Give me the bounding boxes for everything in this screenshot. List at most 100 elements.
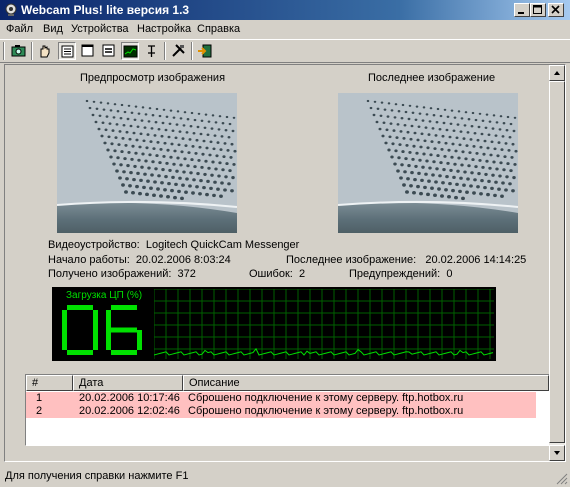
row-date: 20.02.2006 10:17:46	[79, 392, 180, 404]
errors-row: Ошибок: 2	[249, 268, 305, 280]
toolbar-separator	[164, 42, 166, 60]
row-description: Сброшено подключение к этому серверу. ft…	[188, 392, 464, 404]
webcam-app-icon	[5, 3, 17, 16]
cpu-value-digits	[62, 305, 142, 355]
menu-settings[interactable]: Настройка	[137, 23, 191, 35]
last-image-value: 20.02.2006 14:14:25	[425, 254, 527, 266]
row-description: Сброшено подключение к этому серверу. ft…	[188, 405, 464, 417]
start-value: 20.02.2006 8:03:24	[135, 254, 231, 266]
camera-button[interactable]	[10, 42, 28, 60]
received-label: Получено изображений:	[48, 268, 172, 280]
device-value: Logitech QuickCam Messenger	[145, 239, 300, 251]
status-text: Для получения справки нажмите F1	[5, 470, 189, 482]
main-panel: Предпросмотр изображения Последнее изобр…	[4, 64, 566, 462]
warnings-value: 0	[446, 268, 453, 280]
layout-b-icon	[81, 44, 94, 57]
cpu-digit-segment	[111, 327, 137, 333]
preview-image	[57, 93, 237, 233]
last-image-row: Последнее изображение: 20.02.2006 14:14:…	[286, 254, 526, 266]
row-date: 20.02.2006 12:02:46	[79, 405, 180, 417]
menu-help[interactable]: Справка	[197, 23, 240, 35]
pin-button[interactable]	[143, 42, 161, 60]
preview-caption: Предпросмотр изображения	[80, 72, 226, 84]
cpu-history-graph	[154, 289, 494, 359]
cpu-digit-segment	[93, 310, 98, 330]
event-log[interactable]: # Дата Описание 1 20.02.2006 10:17:46 Сб…	[25, 374, 550, 446]
last-image	[338, 93, 518, 233]
graph-button[interactable]	[121, 42, 139, 60]
warnings-label: Предупреждений:	[349, 268, 441, 280]
maximize-button[interactable]	[530, 3, 546, 17]
layout-c-icon	[102, 44, 115, 57]
menu-view[interactable]: Вид	[43, 23, 63, 35]
speaker-grille-picture	[338, 93, 518, 213]
graph-icon	[123, 45, 138, 58]
layout-a-icon	[61, 45, 74, 58]
toolbar-separator	[191, 42, 193, 60]
pin-icon	[148, 45, 155, 57]
layout-b-button[interactable]	[79, 42, 97, 60]
cpu-digit-segment	[62, 330, 67, 350]
toolbar-grip	[3, 42, 5, 60]
last-image-caption: Последнее изображение	[368, 72, 496, 84]
close-button[interactable]	[548, 3, 564, 17]
table-row[interactable]: 2 20.02.2006 12:02:46 Сброшено подключен…	[26, 405, 536, 418]
scroll-down-button[interactable]	[549, 445, 565, 461]
menu-devices[interactable]: Устройства	[71, 23, 129, 35]
start-row: Начало работы: 20.02.2006 8:03:24	[48, 254, 231, 266]
start-label: Начало работы:	[48, 254, 130, 266]
column-header-number[interactable]: #	[26, 375, 73, 391]
hand-icon	[40, 45, 50, 58]
toolbar-separator	[31, 42, 33, 60]
received-value: 372	[177, 268, 196, 280]
table-row[interactable]: 1 20.02.2006 10:17:46 Сброшено подключен…	[26, 392, 536, 405]
title-bar[interactable]: Webcam Plus! lite версия 1.3	[0, 0, 570, 20]
layout-c-button[interactable]	[100, 42, 118, 60]
row-number: 1	[36, 392, 43, 404]
exit-button[interactable]	[196, 42, 214, 60]
hand-button[interactable]	[36, 42, 54, 60]
cpu-label: Загрузка ЦП (%)	[66, 290, 143, 301]
errors-label: Ошибок:	[249, 268, 293, 280]
row-number: 2	[36, 405, 43, 417]
menu-bar: Файл Вид Устройства Настройка Справка	[0, 20, 570, 38]
cpu-digit-segment	[106, 330, 111, 350]
device-row: Видеоустройство: Logitech QuickCam Messe…	[48, 239, 299, 251]
close-icon	[551, 5, 560, 14]
window-title: Webcam Plus! lite версия 1.3	[21, 3, 190, 17]
cpu-digit-segment	[62, 310, 67, 330]
menu-file[interactable]: Файл	[6, 23, 33, 35]
cpu-digit-segment	[137, 330, 142, 350]
errors-value: 2	[298, 268, 306, 280]
received-row: Получено изображений: 372	[48, 268, 196, 280]
layout-a-button[interactable]	[58, 42, 76, 60]
vertical-scrollbar[interactable]	[549, 65, 565, 461]
cpu-digit-segment	[93, 330, 98, 350]
device-label: Видеоустройство:	[48, 239, 140, 251]
warnings-row: Предупреждений: 0	[349, 268, 452, 280]
cpu-digit-segment	[111, 350, 137, 355]
tools-button[interactable]	[170, 42, 188, 60]
status-bar: Для получения справки нажмите F1	[0, 465, 570, 487]
toolbar	[0, 39, 570, 63]
tools-icon	[172, 44, 185, 57]
last-image-label: Последнее изображение:	[286, 254, 417, 266]
cpu-digit-segment	[111, 305, 137, 310]
minimize-button[interactable]	[514, 3, 530, 17]
scroll-up-button[interactable]	[549, 65, 565, 81]
camera-icon	[11, 45, 26, 57]
cpu-digit-segment	[106, 310, 111, 330]
cpu-meter: Загрузка ЦП (%)	[52, 287, 496, 361]
maximize-icon	[533, 5, 542, 14]
scrollbar-thumb[interactable]	[549, 81, 565, 443]
column-header-description[interactable]: Описание	[183, 375, 549, 391]
cpu-digit-segment	[67, 305, 93, 310]
minimize-icon	[518, 12, 524, 14]
exit-icon	[198, 44, 212, 58]
cpu-digit-segment	[67, 350, 93, 355]
column-header-date[interactable]: Дата	[73, 375, 183, 391]
arrow-up-icon	[554, 71, 560, 75]
speaker-grille-picture	[57, 93, 237, 213]
resize-grip-icon[interactable]	[556, 473, 568, 485]
arrow-down-icon	[554, 451, 560, 455]
